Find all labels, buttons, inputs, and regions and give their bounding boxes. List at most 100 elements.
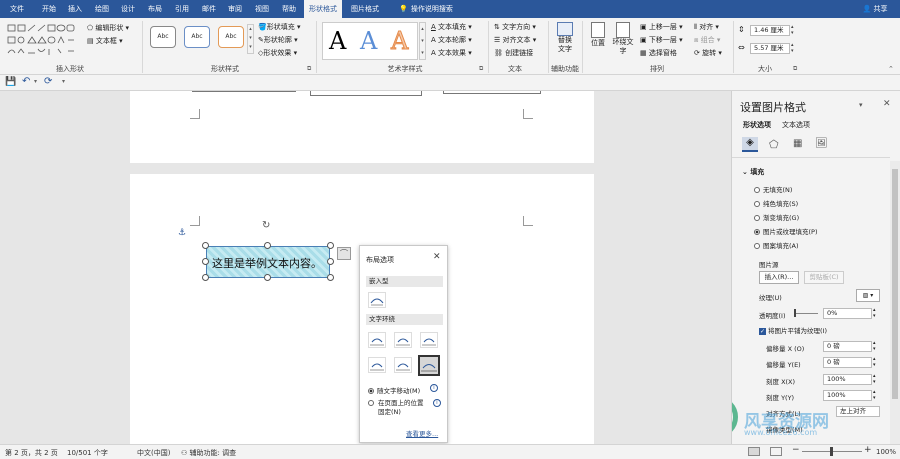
radio-button[interactable]: [754, 229, 760, 235]
offset-y-input[interactable]: 0 磅: [823, 357, 872, 368]
shape-width-input[interactable]: 5.57 厘米: [750, 43, 790, 54]
shape-fill-button[interactable]: 🪣形状填充 ▾: [258, 22, 300, 32]
dialog-launcher-icon[interactable]: ⧉: [479, 65, 483, 73]
rotate-button[interactable]: ⟳ 旋转 ▾: [694, 48, 722, 58]
tab-layout[interactable]: 布局: [143, 0, 167, 18]
collapse-ribbon-icon[interactable]: ⌃: [888, 65, 894, 73]
shape-height-input[interactable]: 1.46 厘米: [750, 25, 790, 36]
wordart-style-2[interactable]: A: [360, 27, 377, 55]
clipboard-button[interactable]: 剪贴板(C): [804, 271, 844, 284]
shapes-gallery[interactable]: [6, 23, 76, 59]
word-count[interactable]: 10/501 个字: [67, 448, 108, 458]
resize-handle[interactable]: [327, 258, 334, 265]
scale-x-spinner[interactable]: ▴ ▾: [873, 373, 876, 385]
info-icon[interactable]: i: [433, 399, 441, 407]
rotate-handle-icon[interactable]: ↻: [262, 220, 270, 231]
shape-style-1[interactable]: Abc: [150, 26, 176, 48]
text-direction-button[interactable]: ⇅ 文字方向 ▾: [494, 22, 536, 32]
shape-outline-button[interactable]: ✎形状轮廓 ▾: [258, 35, 298, 45]
tab-references[interactable]: 引用: [170, 0, 194, 18]
tab-help[interactable]: 帮助: [277, 0, 301, 18]
tab-mailings[interactable]: 邮件: [197, 0, 221, 18]
resize-handle[interactable]: [202, 258, 209, 265]
offset-x-spinner[interactable]: ▴ ▾: [873, 340, 876, 352]
align-text-button[interactable]: ☰ 对齐文本 ▾: [494, 35, 536, 45]
radio-button[interactable]: [368, 400, 374, 406]
close-icon[interactable]: ✕: [433, 252, 441, 262]
wordart-scroll[interactable]: ▴ ▾ ▾: [419, 22, 426, 60]
alt-text-button[interactable]: 替换 文字: [554, 22, 576, 54]
text-effects-button[interactable]: A 文本效果 ▾: [431, 48, 472, 58]
shape-style-2[interactable]: Abc: [184, 26, 210, 48]
redo-icon[interactable]: ⟳: [44, 76, 52, 87]
wrap-behind-text-icon[interactable]: [394, 357, 412, 373]
height-spinner[interactable]: ▴ ▾: [791, 24, 794, 36]
radio-button[interactable]: [754, 187, 760, 193]
web-layout-icon[interactable]: [770, 447, 782, 456]
radio-button[interactable]: [754, 201, 760, 207]
align-button[interactable]: ⫴ 对齐 ▾: [694, 22, 719, 32]
width-spinner[interactable]: ▴ ▾: [791, 42, 794, 54]
zoom-slider-thumb[interactable]: [830, 447, 833, 456]
dialog-launcher-icon[interactable]: ⧉: [793, 65, 797, 73]
alignment-dropdown[interactable]: 左上对齐: [836, 406, 880, 417]
fill-option-solid[interactable]: 纯色填充(S): [754, 198, 798, 208]
send-backward-button[interactable]: ▣ 下移一层 ▾: [640, 35, 683, 45]
create-link-button[interactable]: ⛓ 创建链接: [494, 48, 533, 58]
text-fill-button[interactable]: A 文本填充 ▾: [431, 22, 472, 32]
position-button[interactable]: 位置: [588, 22, 608, 48]
customize-qat-icon[interactable]: ▾: [62, 78, 65, 85]
zoom-out-icon[interactable]: −: [792, 445, 800, 455]
print-layout-icon[interactable]: [748, 447, 760, 456]
tab-draw[interactable]: 绘图: [90, 0, 114, 18]
offset-x-input[interactable]: 0 磅: [823, 341, 872, 352]
scale-y-spinner[interactable]: ▴ ▾: [873, 389, 876, 401]
fill-option-gradient[interactable]: 渐变填充(G): [754, 212, 799, 222]
transparency-spinner[interactable]: ▴ ▾: [873, 307, 876, 319]
dialog-launcher-icon[interactable]: ⧉: [307, 65, 311, 73]
radio-button[interactable]: [368, 388, 374, 394]
radio-button[interactable]: [754, 215, 760, 221]
resize-handle[interactable]: [202, 242, 209, 249]
tab-shape-options[interactable]: 形状选项: [743, 120, 771, 130]
tab-design[interactable]: 设计: [116, 0, 140, 18]
wrap-inline-icon[interactable]: [368, 292, 386, 308]
fill-line-icon[interactable]: ◈: [742, 137, 758, 152]
tab-review[interactable]: 审阅: [223, 0, 247, 18]
bring-forward-button[interactable]: ▣ 上移一层 ▾: [640, 22, 683, 32]
fix-on-page-option[interactable]: 在页面上的位置 固定(N): [368, 399, 424, 417]
save-icon[interactable]: 💾: [5, 77, 16, 87]
accessibility-status[interactable]: ⚇ 辅助功能: 调查: [181, 448, 236, 458]
layout-options-icon[interactable]: ⌒: [337, 247, 351, 260]
effects-icon[interactable]: ⬠: [769, 138, 779, 151]
fill-option-none[interactable]: 无填充(N): [754, 184, 792, 194]
group-button[interactable]: ⧈ 组合 ▾: [694, 35, 720, 45]
selection-pane-button[interactable]: ▦ 选择窗格: [640, 48, 677, 58]
scrollbar-thumb[interactable]: [892, 169, 898, 399]
picture-icon[interactable]: 🖼: [815, 138, 828, 149]
tell-me-search[interactable]: 💡 操作说明搜索: [392, 0, 460, 18]
offset-y-spinner[interactable]: ▴ ▾: [873, 356, 876, 368]
undo-icon[interactable]: ↶: [22, 76, 30, 87]
zoom-level[interactable]: 100%: [876, 448, 896, 456]
tab-view[interactable]: 视图: [250, 0, 274, 18]
tab-text-options[interactable]: 文本选项: [782, 120, 810, 130]
text-outline-button[interactable]: A 文本轮廓 ▾: [431, 35, 472, 45]
share-button[interactable]: 👤 共享: [858, 0, 892, 18]
textbox-content[interactable]: 这里是举例文本内容。: [212, 255, 322, 271]
wrap-square-icon[interactable]: [368, 332, 386, 348]
scale-x-input[interactable]: 100%: [823, 374, 872, 385]
wrap-tight-icon[interactable]: [394, 332, 412, 348]
pane-scrollbar[interactable]: [890, 161, 900, 444]
tab-file[interactable]: 文件: [4, 0, 30, 18]
move-with-text-option[interactable]: 随文字移动(M): [368, 385, 420, 395]
shape-style-3[interactable]: Abc: [218, 26, 244, 48]
resize-handle[interactable]: [264, 274, 271, 281]
tab-home[interactable]: 开始: [36, 0, 62, 18]
textbox-button[interactable]: ▤ 文本框 ▾: [87, 36, 123, 46]
language[interactable]: 中文(中国): [137, 448, 170, 458]
transparency-input[interactable]: 0%: [823, 308, 872, 319]
tab-picture-format[interactable]: 图片格式: [346, 0, 384, 18]
layout-properties-icon[interactable]: ▦: [793, 138, 802, 149]
info-icon[interactable]: i: [430, 384, 438, 392]
